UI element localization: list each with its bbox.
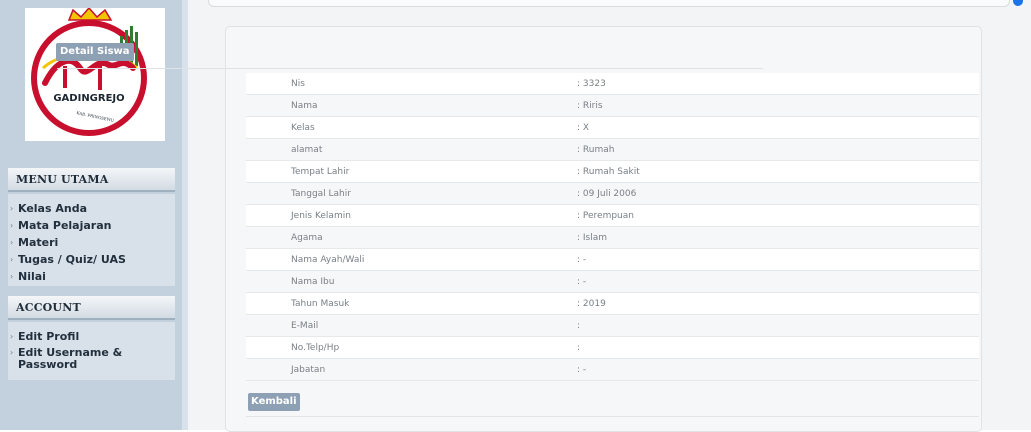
menu-item-edit-profil[interactable]: › Edit Profil — [8, 328, 175, 345]
account-list: › Edit Profil › Edit Username & Password — [8, 322, 175, 380]
menu-item-kelas-anda[interactable]: › Kelas Anda — [8, 200, 175, 217]
row-label: Kelas — [246, 116, 577, 139]
logo-subtext: KAB. PRINGSEWU — [76, 110, 115, 123]
detail-siswa-title: Detail Siswa — [56, 43, 134, 61]
menu-item-tugas-quiz-uas[interactable]: › Tugas / Quiz/ UAS — [8, 251, 175, 268]
row-label: Nama Ibu — [246, 270, 577, 293]
school-logo: GADINGREJO KAB. PRINGSEWU — [25, 6, 165, 141]
menu-utama-header: MENU UTAMA — [8, 168, 175, 192]
row-value: : — [577, 314, 979, 337]
menu-item-materi[interactable]: › Materi — [8, 234, 175, 251]
row-value: : Riris — [577, 94, 979, 117]
menu-item-label: Edit Username & Password — [18, 346, 123, 371]
row-value: : — [577, 336, 979, 359]
table-row: Nama Ayah/Wali: - — [246, 248, 979, 271]
row-label: Jabatan — [246, 358, 577, 381]
row-label: Tanggal Lahir — [246, 182, 577, 205]
menu-item-label: Kelas Anda — [18, 202, 88, 215]
table-row: Nama Ibu: - — [246, 270, 979, 293]
row-value: : 3323 — [577, 73, 979, 95]
chevron-right-icon: › — [10, 332, 14, 341]
chevron-right-icon: › — [10, 204, 14, 213]
row-value: : - — [577, 248, 979, 271]
row-label: Jenis Kelamin — [246, 204, 577, 227]
chevron-right-icon: › — [10, 348, 14, 357]
chevron-right-icon: › — [10, 255, 14, 264]
chevron-right-icon: › — [10, 221, 14, 230]
title-divider — [57, 68, 763, 69]
row-value: : 09 Juli 2006 — [577, 182, 979, 205]
kembali-button[interactable]: Kembali — [248, 393, 300, 411]
table-row: Nis: 3323 — [246, 73, 979, 95]
row-value: : Rumah — [577, 138, 979, 161]
menu-item-label: Materi — [18, 236, 59, 249]
menu-item-edit-username-password[interactable]: › Edit Username & Password — [8, 345, 175, 371]
table-row: Tahun Masuk: 2019 — [246, 292, 979, 315]
table-row: Tempat Lahir: Rumah Sakit — [246, 160, 979, 183]
address-bar-edge — [208, 0, 1010, 7]
row-label: Nama Ayah/Wali — [246, 248, 577, 271]
table-row: No.Telp/Hp: — [246, 336, 979, 359]
logo-school-name: GADINGREJO — [53, 93, 124, 104]
chevron-right-icon: › — [10, 238, 14, 247]
table-row: alamat: Rumah — [246, 138, 979, 161]
menu-item-label: Tugas / Quiz/ UAS — [18, 253, 126, 266]
row-value: : Perempuan — [577, 204, 979, 227]
row-label: No.Telp/Hp — [246, 336, 577, 359]
table-row: Nama: Riris — [246, 94, 979, 117]
table-row: E-Mail: — [246, 314, 979, 337]
profile-icon[interactable] — [1013, 0, 1023, 6]
table-row: Agama: Islam — [246, 226, 979, 249]
menu-item-nilai[interactable]: › Nilai — [8, 268, 175, 285]
chevron-right-icon: › — [10, 272, 14, 281]
menu-item-label: Edit Profil — [18, 330, 80, 343]
browser-top-strip — [188, 0, 1031, 10]
row-label: alamat — [246, 138, 577, 161]
menu-item-mata-pelajaran[interactable]: › Mata Pelajaran — [8, 217, 175, 234]
sidebar: GADINGREJO KAB. PRINGSEWU MENU UTAMA › Ke… — [0, 0, 188, 430]
bottom-divider — [246, 416, 979, 417]
account-header: ACCOUNT — [8, 296, 175, 320]
table-row: Jabatan: - — [246, 358, 979, 381]
row-label: Agama — [246, 226, 577, 249]
row-value: : 2019 — [577, 292, 979, 315]
row-label: Nis — [246, 73, 577, 95]
row-value: : Islam — [577, 226, 979, 249]
row-label: E-Mail — [246, 314, 577, 337]
menu-item-label: Nilai — [18, 270, 46, 283]
school-logo-emblem-icon: GADINGREJO KAB. PRINGSEWU — [31, 6, 147, 136]
row-label: Tempat Lahir — [246, 160, 577, 183]
table-row: Tanggal Lahir: 09 Juli 2006 — [246, 182, 979, 205]
table-row: Jenis Kelamin: Perempuan — [246, 204, 979, 227]
row-value: : - — [577, 358, 979, 381]
menu-item-label: Mata Pelajaran — [18, 219, 112, 232]
row-value: : Rumah Sakit — [577, 160, 979, 183]
row-value: : - — [577, 270, 979, 293]
table-row: Kelas: X — [246, 116, 979, 139]
detail-table: Nis: 3323 Nama: Riris Kelas: X alamat: R… — [246, 73, 979, 381]
row-value: : X — [577, 116, 979, 139]
row-label: Nama — [246, 94, 577, 117]
menu-utama-list: › Kelas Anda › Mata Pelajaran › Materi › Tug… — [8, 194, 175, 286]
row-label: Tahun Masuk — [246, 292, 577, 315]
